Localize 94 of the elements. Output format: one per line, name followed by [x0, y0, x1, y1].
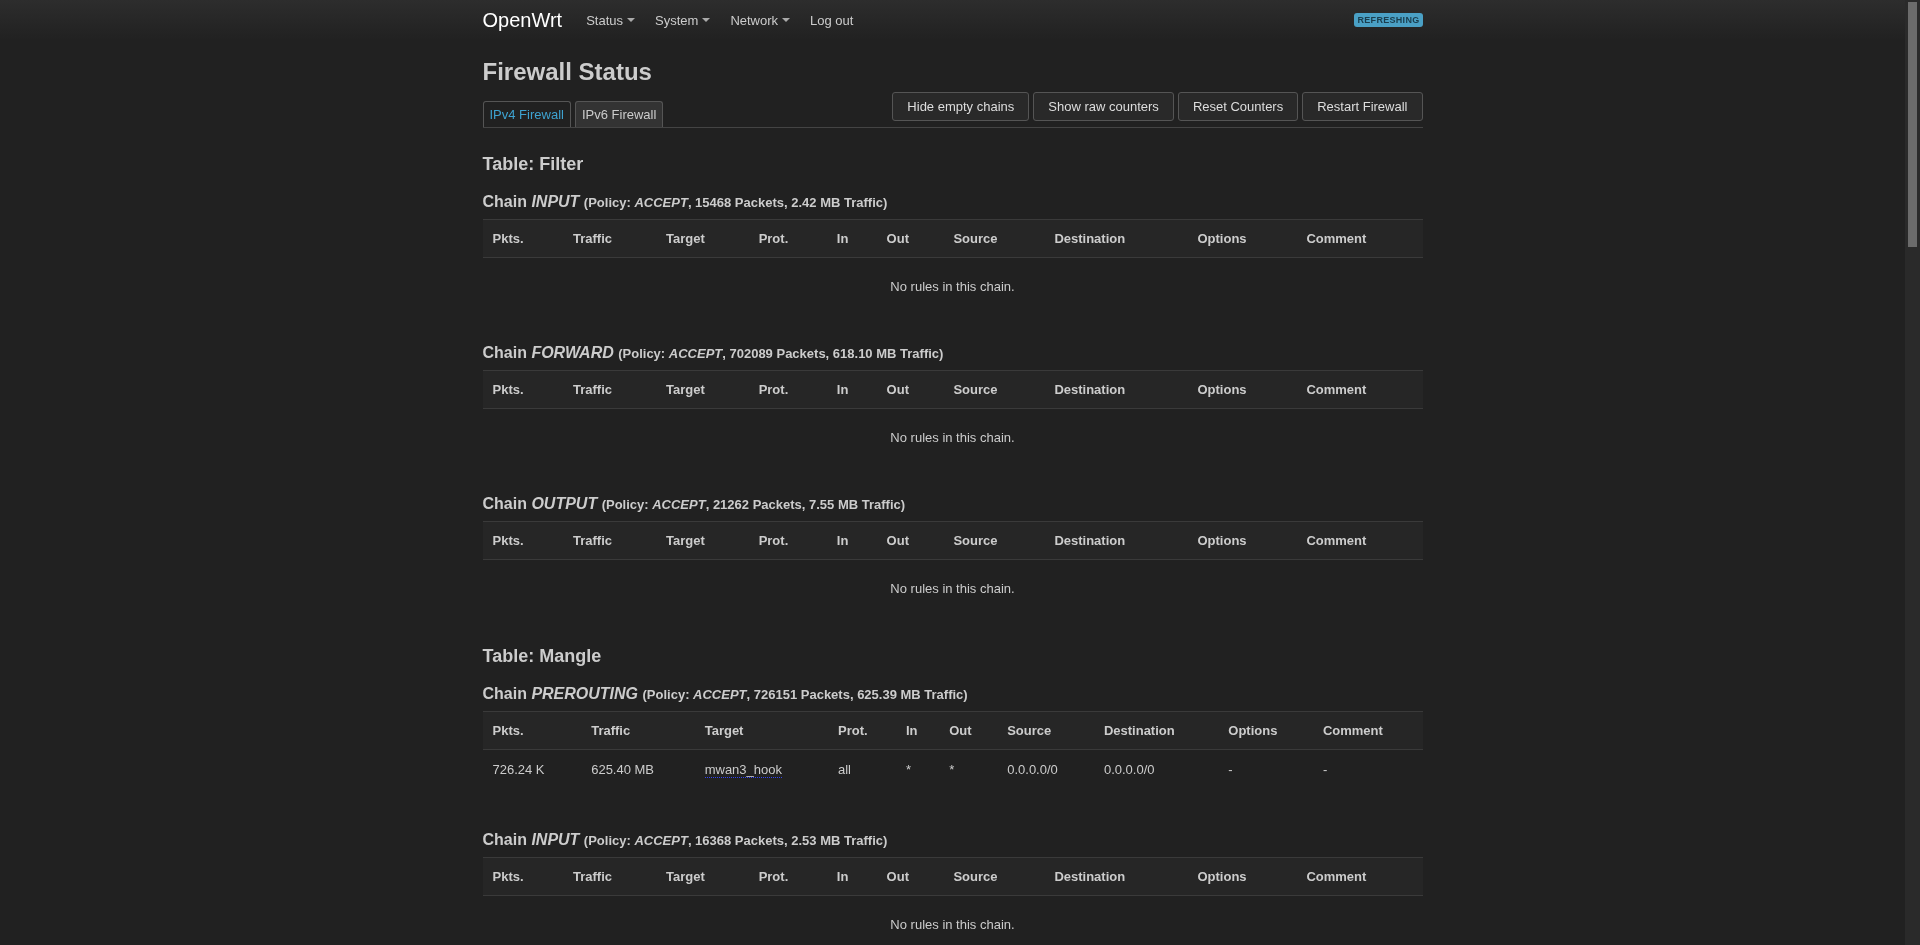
column-header: Options	[1197, 869, 1247, 884]
chain-heading: Chain INPUT	[482, 831, 580, 848]
column-header: Comment	[1306, 869, 1367, 884]
column-header: In	[836, 231, 849, 246]
table-cell: 0.0.0.0/0	[1103, 762, 1155, 777]
nav-menu-item[interactable]: Status	[586, 12, 636, 28]
column-header: Destination	[1054, 869, 1126, 884]
column-header: Pkts.	[492, 723, 524, 738]
column-header: Destination	[1054, 231, 1126, 246]
column-header: Out	[886, 533, 909, 548]
column-header: Source	[953, 231, 998, 246]
chain-policy: (Policy: ACCEPT, 702089 Packets, 618.10 MB Traffic)	[618, 346, 944, 361]
column-header: Target	[666, 869, 705, 884]
column-header: In	[905, 723, 918, 738]
empty-message: No rules in this chain.	[890, 430, 1015, 445]
table-cell: *	[949, 762, 955, 777]
column-header: In	[836, 533, 849, 548]
chain-heading: Chain OUTPUT	[482, 495, 598, 512]
empty-message: No rules in this chain.	[890, 581, 1015, 596]
column-header: Destination	[1054, 533, 1126, 548]
column-header: Source	[1007, 723, 1052, 738]
column-header: Traffic	[573, 869, 612, 884]
column-header: Pkts.	[492, 382, 524, 397]
column-header: Source	[953, 382, 998, 397]
chain-heading: Chain INPUT	[482, 193, 580, 210]
scrollbar-thumb[interactable]	[1908, 2, 1917, 247]
column-header: In	[836, 382, 849, 397]
column-header: Destination	[1054, 382, 1126, 397]
column-header: Options	[1197, 382, 1247, 397]
target-link[interactable]: mwan3_hook	[704, 762, 782, 778]
column-header: Options	[1197, 533, 1247, 548]
column-header: Prot.	[758, 533, 789, 548]
column-header: Comment	[1306, 231, 1367, 246]
nav-menu-item[interactable]: Log out	[810, 12, 854, 28]
column-header: Destination	[1103, 723, 1175, 738]
column-header: Pkts.	[492, 869, 524, 884]
column-header: Target	[666, 382, 705, 397]
table-cell: -	[1322, 762, 1328, 777]
table-heading: Table: Filter	[482, 154, 585, 175]
table-cell: -	[1228, 762, 1233, 777]
table-cell: 0.0.0.0/0	[1007, 762, 1058, 777]
column-header: Out	[886, 382, 909, 397]
table-cell: *	[905, 762, 911, 777]
column-header: Target	[666, 533, 705, 548]
column-header: Prot.	[758, 382, 789, 397]
column-header: Prot.	[837, 723, 868, 738]
action-button[interactable]: Show raw counters	[1033, 92, 1174, 121]
column-header: Out	[949, 723, 972, 738]
chain-policy: (Policy: ACCEPT, 16368 Packets, 2.53 MB Traffic)	[583, 833, 888, 848]
empty-message: No rules in this chain.	[890, 917, 1015, 932]
chain-policy: (Policy: ACCEPT, 726151 Packets, 625.39 MB Traffic)	[642, 687, 968, 702]
caret-icon	[627, 18, 636, 22]
chain-heading: Chain PREROUTING	[482, 685, 639, 702]
column-header: Pkts.	[492, 533, 524, 548]
column-header: Source	[953, 869, 998, 884]
refreshing-badge: REFRESHING	[1354, 13, 1423, 27]
table-heading: Table: Mangle	[482, 646, 603, 667]
column-header: Comment	[1306, 382, 1367, 397]
column-header: Options	[1197, 231, 1247, 246]
caret-icon	[702, 18, 711, 22]
table-cell: 625.40 MB	[591, 762, 655, 777]
column-header: Traffic	[573, 533, 612, 548]
column-header: Prot.	[758, 869, 789, 884]
action-button[interactable]: Reset Counters	[1177, 92, 1299, 121]
column-header: Target	[704, 723, 744, 738]
column-header: Target	[666, 231, 705, 246]
tab[interactable]: IPv6 Firewall	[574, 101, 664, 127]
column-header: Comment	[1322, 723, 1383, 738]
column-header: Comment	[1306, 533, 1367, 548]
column-header: Out	[886, 869, 909, 884]
empty-message: No rules in this chain.	[890, 279, 1015, 294]
chain-heading: Chain FORWARD	[482, 344, 614, 361]
nav-menu-item[interactable]: Network	[730, 12, 791, 28]
table-cell: all	[837, 762, 851, 777]
chain-policy: (Policy: ACCEPT, 15468 Packets, 2.42 MB Traffic)	[583, 195, 888, 210]
column-header: Out	[886, 231, 909, 246]
column-header: Traffic	[591, 723, 631, 738]
column-header: In	[836, 869, 849, 884]
column-header: Pkts.	[492, 231, 524, 246]
page-title: Firewall Status	[482, 58, 653, 86]
brand-logo[interactable]: OpenWrt	[482, 8, 563, 32]
action-button[interactable]: Restart Firewall	[1302, 92, 1423, 121]
chain-policy: (Policy: ACCEPT, 21262 Packets, 7.55 MB Traffic)	[601, 497, 906, 512]
scrollbar[interactable]	[1905, 0, 1920, 945]
column-header: Traffic	[573, 231, 612, 246]
column-header: Source	[953, 533, 998, 548]
column-header: Traffic	[573, 382, 612, 397]
column-header: Options	[1228, 723, 1278, 738]
action-button[interactable]: Hide empty chains	[892, 92, 1030, 121]
tab[interactable]: IPv4 Firewall	[482, 101, 571, 127]
column-header: Prot.	[758, 231, 789, 246]
caret-icon	[782, 18, 791, 22]
table-cell: 726.24 K	[492, 762, 545, 777]
nav-menu-item[interactable]: System	[655, 12, 711, 28]
